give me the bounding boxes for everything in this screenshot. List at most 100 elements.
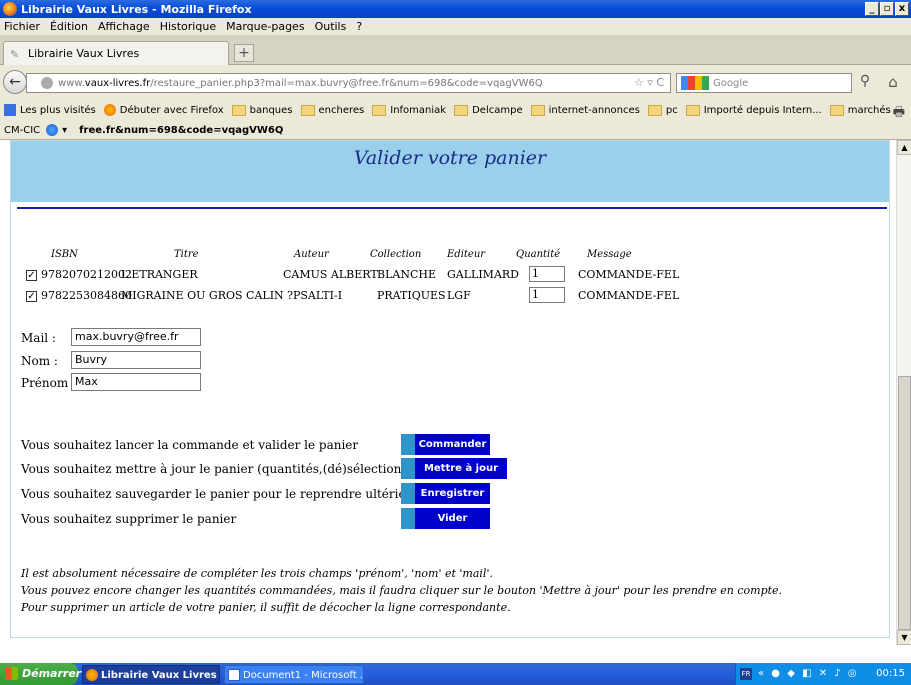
maximize-button[interactable]: ▫ [880,2,894,16]
tray-icons[interactable]: « ● ◆ ◧ ✕ ♪ ◎ [758,663,859,685]
bookmark-marches[interactable]: marchés [829,104,891,116]
header-message: Message [587,249,632,260]
folder-icon [647,104,662,116]
cell-auteur: PSALTI-I [293,289,343,302]
cart-table: ISBN Titre Auteur Collection Editeur Qua… [11,141,889,311]
menu-edition[interactable]: Édition [50,20,88,33]
google-icon [681,76,709,90]
folder-icon [530,104,545,116]
cell-editeur: LGF [447,289,471,302]
minimize-button[interactable]: _ [865,2,879,16]
menu-outils[interactable]: Outils [315,20,347,33]
new-tab-button[interactable]: + [234,44,254,62]
action-mettre-a-jour-label: Vous souhaitez mettre à jour le panier (… [21,462,407,476]
search-placeholder: Google [713,77,749,89]
folder-icon [829,104,844,116]
menu-help[interactable]: ? [356,20,362,33]
action-vider-label: Vous souhaitez supprimer le panier [21,512,237,526]
address-bar[interactable]: www. vaux-livres.fr/restaure_panier.php3?… [26,73,671,93]
system-tray: FR « ● ◆ ◧ ✕ ♪ ◎ 00:15 [735,663,911,685]
cell-collection: BLANCHE [377,268,436,281]
prenom-label: Prénom : [21,376,77,390]
reload-icon[interactable]: C [656,76,664,89]
bookmark-encheres[interactable]: encheres [300,104,364,116]
commander-button[interactable]: Commander [401,434,490,455]
vider-button[interactable]: Vider [401,508,490,529]
bookmark-most-visited[interactable]: Les plus visités [4,104,96,116]
taskbar: Démarrer Librairie Vaux Livres -... Docu… [0,663,911,685]
language-indicator[interactable]: FR [740,668,752,680]
scroll-thumb[interactable] [898,376,911,630]
note-quantities: Vous pouvez encore changer les quantités… [21,584,783,597]
bookmark-label: banques [249,104,293,116]
printer-icon[interactable]: 🖶 [893,103,905,121]
bookmark-debuter[interactable]: Débuter avec Firefox [103,104,224,116]
cell-isbn: 9782070212002 [41,268,132,281]
start-button[interactable]: Démarrer [0,663,82,685]
window-controls: _ ▫ x [865,2,909,16]
cell-message: COMMANDE-FEL [578,289,680,302]
scroll-up-icon[interactable]: ▲ [897,140,911,155]
cell-message: COMMANDE-FEL [578,268,680,281]
vertical-scrollbar[interactable]: ▲ ▼ [896,140,911,645]
tab-label: Librairie Vaux Livres [28,47,140,60]
cell-titre: L'ETRANGER [121,268,198,281]
home-icon[interactable]: ⌂ [882,73,904,93]
taskbar-item-word[interactable]: Document1 - Microsoft ... [224,665,364,684]
mettre-a-jour-button[interactable]: Mettre à jour [401,458,507,479]
bookmark-pc[interactable]: pc [647,104,678,116]
cell-editeur: GALLIMARD [447,268,519,281]
menu-marque-pages[interactable]: Marque-pages [226,20,304,33]
note-required-fields: Il est absolument nécessaire de compléte… [21,567,493,580]
bookmark-label: Débuter avec Firefox [119,104,224,116]
bookmarks-bar: Les plus visités Débuter avec Firefox ba… [0,99,911,121]
globe-icon[interactable] [46,124,59,136]
bookmark-label: Importé depuis Intern... [703,104,822,116]
menu-historique[interactable]: Historique [160,20,216,33]
search-box[interactable]: Google [676,73,852,93]
dropdown-arrow-icon[interactable]: ▾ [62,125,67,136]
folder-icon [372,104,387,116]
menu-affichage[interactable]: Affichage [98,20,150,33]
scroll-down-icon[interactable]: ▼ [897,630,911,645]
enregistrer-button[interactable]: Enregistrer [401,483,490,504]
cart-panel: Valider votre panier ISBN Titre Auteur C… [10,140,890,638]
addon-text: free.fr&num=698&code=vqagVW6Q [79,124,284,136]
bookmark-internet-annonces[interactable]: internet-annonces [530,104,640,116]
firefox-icon [103,104,116,116]
search-icon[interactable]: ⚲ [854,73,876,93]
dropdown-icon[interactable]: ▿ [647,76,653,89]
prenom-field[interactable]: Max [71,373,201,391]
row-checkbox[interactable]: ✓ [26,270,37,281]
header-isbn: ISBN [51,249,78,260]
bookmark-banques[interactable]: banques [231,104,293,116]
bookmark-label: pc [665,104,678,116]
bookmark-star-icon[interactable]: ☆ [634,76,644,89]
bookmark-delcampe[interactable]: Delcampe [454,104,523,116]
back-button[interactable]: ← [3,70,27,94]
nom-field[interactable]: Buvry [71,351,201,369]
quantity-input[interactable]: 1 [529,266,565,282]
url-path: /restaure_panier.php3?mail=max.buvry@fre… [150,77,543,89]
url-actions: ☆ ▿ C [634,76,664,89]
bookmark-label: Delcampe [472,104,523,116]
action-enregistrer-label: Vous souhaitez sauvegarder le panier pou… [21,487,458,501]
folder-icon [231,104,246,116]
taskbar-item-label: Document1 - Microsoft ... [243,670,364,681]
bookmark-importe[interactable]: Importé depuis Intern... [685,104,822,116]
taskbar-item-firefox[interactable]: Librairie Vaux Livres -... [82,665,220,684]
bookmark-infomaniak[interactable]: Infomaniak [372,104,446,116]
word-document-icon [228,669,240,681]
start-label: Démarrer [22,667,82,680]
menu-fichier[interactable]: Fichier [4,20,40,33]
row-checkbox[interactable]: ✓ [26,291,37,302]
tab-bar: ✎ Librairie Vaux Livres + [0,35,911,65]
tab-librairie[interactable]: ✎ Librairie Vaux Livres [3,41,229,65]
window-title: Librairie Vaux Livres - Mozilla Firefox [21,2,252,16]
addon-bar: CM-CIC ▾ free.fr&num=698&code=vqagVW6Q [0,121,911,140]
quantity-input[interactable]: 1 [529,287,565,303]
close-button[interactable]: x [895,2,909,16]
folder-icon [454,104,469,116]
navigation-bar: www. vaux-livres.fr/restaure_panier.php3?… [0,65,911,99]
mail-field[interactable]: max.buvry@free.fr [71,328,201,346]
